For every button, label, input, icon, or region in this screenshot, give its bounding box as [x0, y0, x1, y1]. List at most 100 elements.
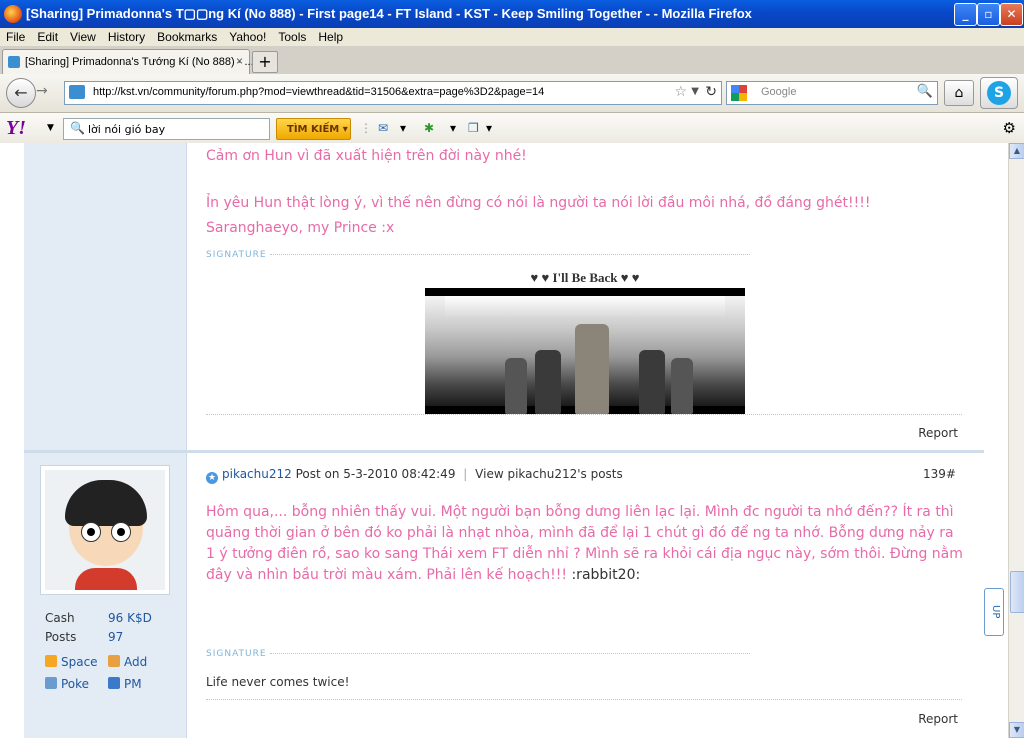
- left-margin: [0, 143, 24, 738]
- yahoo-menu-dropdown-icon[interactable]: ▼: [47, 123, 54, 133]
- cash-label: Cash: [45, 611, 75, 625]
- post2-timestamp: Post on 5-3-2010 08:42:49: [295, 467, 456, 481]
- maximize-button[interactable]: ▫: [977, 3, 1000, 26]
- google-engine-icon[interactable]: [731, 85, 747, 101]
- online-status-icon: ★: [206, 472, 218, 484]
- avatar-pupil-right: [117, 528, 125, 536]
- url-history-dropdown-icon[interactable]: ▼: [691, 86, 699, 97]
- menu-view[interactable]: View: [64, 28, 102, 44]
- posts-label: Posts: [45, 630, 77, 644]
- post2-number[interactable]: 139#: [923, 467, 956, 481]
- pm-link[interactable]: PM: [108, 677, 142, 691]
- menu-bookmarks[interactable]: Bookmarks: [151, 28, 223, 44]
- add-friend-icon: [108, 655, 120, 667]
- menu-bar: File Edit View History Bookmarks Yahoo! Tools H…: [0, 28, 1024, 46]
- search-input[interactable]: Google: [761, 86, 796, 98]
- yahoo-toolbar: Y! ▼ 🔍 lời nói gió bay TÌM KIẾM ▾ ⋮ ✉ ▾ …: [0, 113, 1024, 144]
- scroll-down-arrow-icon[interactable]: ▼: [1009, 722, 1024, 738]
- url-bar[interactable]: http://kst.vn/community/forum.php?mod=vi…: [64, 81, 722, 105]
- page-content: Cảm ơn Hun vì đã xuất hiện trên đời này …: [0, 143, 1008, 738]
- minimize-button[interactable]: _: [954, 3, 977, 26]
- post1-line2: Ỉn yêu Hun thật lòng ý, vì thế nên đừng …: [206, 195, 871, 211]
- tab-label: [Sharing] Primadonna's Tướng Kí (No 888)…: [25, 56, 254, 68]
- yahoo-settings-gear-icon[interactable]: ⚙: [1003, 119, 1016, 137]
- skype-icon: S: [987, 81, 1011, 105]
- firefox-logo-icon: [4, 5, 22, 23]
- yahoo-search-icon: 🔍: [70, 121, 85, 135]
- post-separator: [24, 450, 984, 453]
- search-magnifier-icon[interactable]: 🔍: [917, 84, 933, 99]
- yahoo-search-input[interactable]: lời nói gió bay: [88, 123, 165, 136]
- yahoo-search-button[interactable]: TÌM KIẾM ▾: [276, 118, 351, 140]
- add-friend-link[interactable]: Add: [108, 655, 147, 669]
- bookmarks-dropdown-icon[interactable]: ▾: [486, 121, 492, 135]
- post2-report-link[interactable]: Report: [918, 712, 958, 726]
- close-button[interactable]: ✕: [1000, 3, 1023, 26]
- new-tab-button[interactable]: +: [252, 51, 278, 73]
- mail-dropdown-icon[interactable]: ▾: [400, 121, 406, 135]
- menu-file[interactable]: File: [0, 28, 31, 44]
- tab-close-icon[interactable]: ×: [236, 54, 243, 68]
- avatar-pupil-left: [87, 528, 95, 536]
- post1-signature-label: SIGNATURE: [206, 250, 267, 260]
- signature-video-thumbnail[interactable]: [425, 288, 745, 414]
- poke-link[interactable]: Poke: [45, 677, 89, 691]
- bookmark-star-icon[interactable]: ☆: [674, 84, 687, 100]
- add-link-label: Add: [124, 655, 148, 669]
- tab-current[interactable]: [Sharing] Primadonna's Tướng Kí (No 888)…: [2, 49, 254, 74]
- yahoo-logo[interactable]: Y!: [6, 117, 26, 140]
- post2-signature-label: SIGNATURE: [206, 649, 267, 659]
- post1-line1: Cảm ơn Hun vì đã xuất hiện trên đời này …: [206, 148, 527, 164]
- cash-value: 96 K$D: [108, 611, 152, 625]
- bookmarks-icon[interactable]: ❐: [468, 121, 479, 135]
- reload-icon[interactable]: ↻: [705, 84, 717, 100]
- tab-strip: [Sharing] Primadonna's Tướng Kí (No 888)…: [0, 46, 1024, 75]
- back-arrow-icon[interactable]: ←: [6, 78, 36, 108]
- poke-link-label: Poke: [61, 677, 90, 691]
- post2-view-posts-link[interactable]: View pikachu212's posts: [475, 467, 623, 481]
- scroll-up-arrow-icon[interactable]: ▲: [1009, 143, 1024, 159]
- post1-footer-divider: [206, 414, 962, 415]
- video-figure-left1: [535, 350, 561, 414]
- vertical-scrollbar[interactable]: ▲ ▼: [1008, 143, 1024, 738]
- scroll-up-button[interactable]: UP: [984, 588, 1004, 636]
- post1-signature-title: ♥ ♥ I'll Be Back ♥ ♥: [530, 270, 640, 285]
- post1-report-link[interactable]: Report: [918, 426, 958, 440]
- poke-icon: [45, 677, 57, 689]
- user-info-column: [24, 143, 187, 738]
- space-link[interactable]: Space: [45, 655, 98, 669]
- messenger-dropdown-icon[interactable]: ▾: [450, 121, 456, 135]
- menu-history[interactable]: History: [102, 28, 151, 44]
- avatar-eye-right: [111, 522, 131, 542]
- avatar-eye-left: [81, 522, 101, 542]
- post2-header: ★ pikachu212 Post on 5-3-2010 08:42:49 | …: [206, 467, 623, 484]
- scrollbar-thumb[interactable]: [1010, 571, 1024, 613]
- pm-link-label: PM: [124, 677, 142, 691]
- search-box[interactable]: Google 🔍: [726, 81, 938, 105]
- home-icon[interactable]: ⌂: [944, 80, 974, 106]
- video-figure-right2: [671, 358, 693, 414]
- yahoo-search-field[interactable]: 🔍 lời nói gió bay: [63, 118, 270, 140]
- navigation-toolbar: ← → http://kst.vn/community/forum.php?mo…: [0, 74, 1024, 113]
- mail-icon[interactable]: ✉: [378, 121, 388, 135]
- url-input[interactable]: http://kst.vn/community/forum.php?mod=vi…: [93, 86, 544, 98]
- video-figure-center: [575, 324, 609, 414]
- menu-help[interactable]: Help: [312, 28, 349, 44]
- skype-button[interactable]: S: [980, 77, 1018, 109]
- window-titlebar: [Sharing] Primadonna's T▢▢ng Kí (No 888)…: [0, 0, 1024, 28]
- site-identity-icon[interactable]: [69, 85, 85, 99]
- messenger-icon[interactable]: ✱: [424, 121, 434, 135]
- post2-smiley-text: :rabbit20:: [571, 567, 641, 583]
- video-figure-left2: [505, 358, 527, 414]
- home-space-icon: [45, 655, 57, 667]
- forward-arrow-icon[interactable]: →: [36, 83, 48, 99]
- avatar-background: [45, 470, 165, 590]
- menu-edit[interactable]: Edit: [31, 28, 64, 44]
- posts-value[interactable]: 97: [108, 630, 123, 644]
- avatar[interactable]: [40, 465, 170, 595]
- post2-header-divider: |: [463, 467, 468, 481]
- menu-tools[interactable]: Tools: [272, 28, 312, 44]
- envelope-icon: [108, 677, 120, 689]
- menu-yahoo[interactable]: Yahoo!: [223, 28, 272, 44]
- post2-author-link[interactable]: pikachu212: [222, 467, 292, 481]
